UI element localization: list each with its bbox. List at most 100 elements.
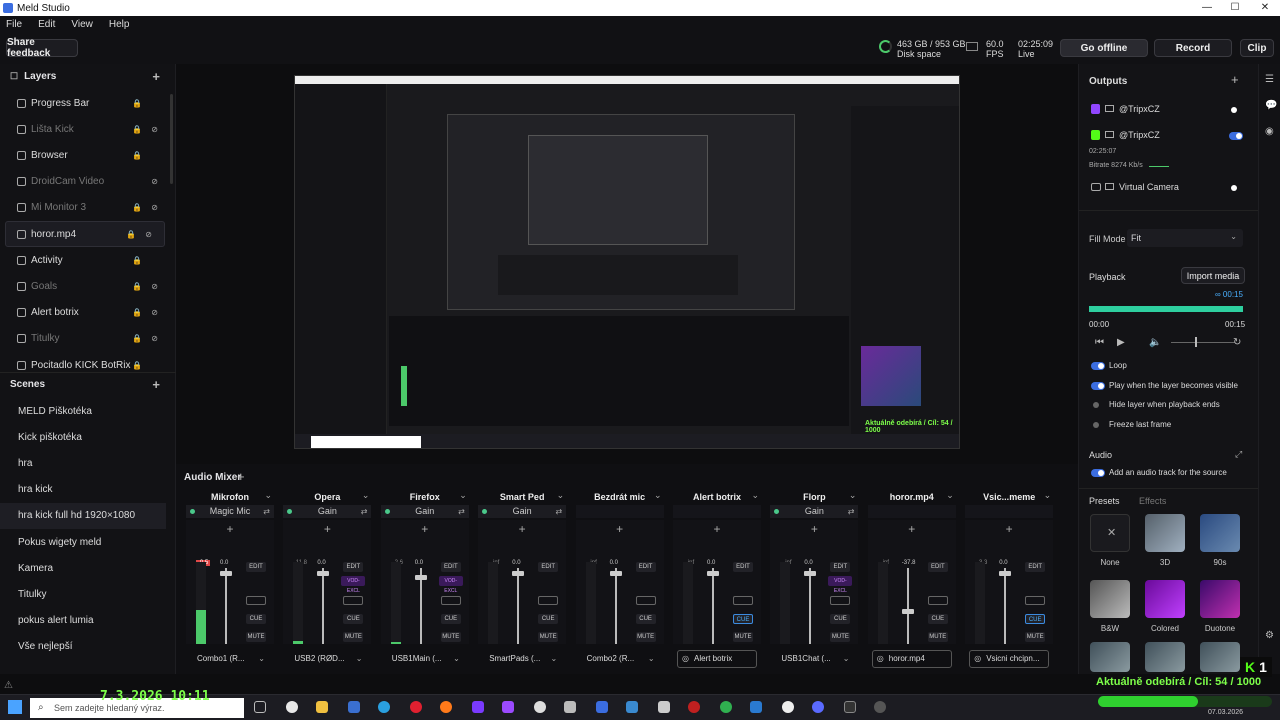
- fill-mode-select[interactable]: Fit ⌄: [1127, 229, 1243, 247]
- visibility-icon[interactable]: ⊘: [145, 230, 152, 239]
- monitor-icon[interactable]: [246, 596, 266, 605]
- option-toggle[interactable]: [1091, 362, 1105, 370]
- scene-item[interactable]: Kick piškotéka: [0, 424, 166, 450]
- monitor-icon[interactable]: [440, 596, 461, 605]
- edit-button[interactable]: EDIT: [246, 562, 266, 572]
- output-kick-toggle[interactable]: [1229, 132, 1243, 140]
- channel-filter[interactable]: Gain ⇄: [478, 505, 567, 518]
- chevron-down-icon[interactable]: ⌄: [751, 490, 759, 501]
- add-filter-icon[interactable]: +: [770, 522, 858, 536]
- meld-studio-icon[interactable]: [596, 701, 608, 713]
- cue-button[interactable]: CUE: [246, 614, 266, 624]
- scene-item[interactable]: pokus alert lumia: [0, 608, 166, 634]
- virtual-camera-label[interactable]: Virtual Camera: [1119, 182, 1179, 192]
- scene-item[interactable]: Titulky: [0, 581, 166, 607]
- output-kick-label[interactable]: @TripxCZ: [1119, 130, 1160, 140]
- channel-filter[interactable]: Gain ⇄: [770, 505, 859, 518]
- option-radio[interactable]: [1093, 402, 1099, 408]
- add-filter-icon[interactable]: +: [576, 522, 664, 536]
- vod-exclude-badge[interactable]: VOD-EXCL: [438, 576, 463, 594]
- volume-slider[interactable]: [1171, 342, 1235, 343]
- add-filter-icon[interactable]: +: [283, 522, 371, 536]
- firefox-icon[interactable]: [440, 701, 452, 713]
- visibility-icon[interactable]: ⊘: [151, 282, 158, 291]
- channel-filter[interactable]: [673, 505, 761, 518]
- fader-knob[interactable]: [609, 571, 622, 576]
- mute-button[interactable]: MUTE: [733, 632, 753, 642]
- chevron-down-icon[interactable]: ⌄: [1044, 490, 1052, 501]
- monitor-icon[interactable]: [927, 596, 948, 605]
- channel-device-select[interactable]: USB2 (RØD... ⌄: [287, 650, 367, 668]
- cue-button[interactable]: CUE: [927, 614, 948, 624]
- fader-knob[interactable]: [512, 571, 525, 576]
- option-toggle[interactable]: [1091, 381, 1105, 390]
- filter-settings-icon[interactable]: ⇄: [555, 505, 562, 518]
- cue-button[interactable]: CUE: [538, 614, 559, 624]
- channel-name[interactable]: Vsic...meme: [965, 490, 1053, 504]
- expand-icon[interactable]: ⤢: [1235, 449, 1242, 460]
- vod-exclude-badge[interactable]: VOD-EXCL: [828, 576, 853, 594]
- chevron-down-icon[interactable]: ⌄: [362, 490, 370, 501]
- fader-knob[interactable]: [707, 571, 719, 576]
- layer-item[interactable]: Activity 🔒: [0, 247, 170, 273]
- volume-fader[interactable]: [809, 568, 812, 644]
- add-layer-icon[interactable]: +: [152, 69, 160, 84]
- channel-filter[interactable]: [965, 505, 1054, 518]
- edit-button[interactable]: EDIT: [440, 562, 461, 572]
- task-view-icon[interactable]: [254, 701, 266, 713]
- scene-item[interactable]: Pokus wigety meld: [0, 529, 166, 555]
- lock-icon[interactable]: 🔒: [126, 230, 136, 239]
- channel-device-select[interactable]: USB1Chat (... ⌄: [774, 650, 854, 668]
- playback-track[interactable]: [1089, 306, 1243, 312]
- import-media-button[interactable]: Import media: [1181, 267, 1245, 284]
- warning-icon[interactable]: ⚠: [4, 680, 13, 691]
- scene-item[interactable]: Vše nejlepší: [0, 634, 166, 660]
- preset-tile[interactable]: ✕: [1090, 514, 1130, 552]
- channel-device-select[interactable]: horor.mp4 ◎: [871, 650, 952, 668]
- layer-item[interactable]: horor.mp4 🔒 ⊘: [5, 221, 165, 247]
- preset-tile[interactable]: [1145, 514, 1185, 552]
- add-filter-icon[interactable]: +: [186, 522, 274, 536]
- volume-fader[interactable]: [225, 568, 227, 644]
- mute-button[interactable]: MUTE: [927, 632, 948, 642]
- minimize-button[interactable]: —: [1192, 0, 1222, 16]
- maximize-button[interactable]: ☐: [1220, 0, 1250, 16]
- monitor-icon[interactable]: [538, 596, 559, 605]
- mute-button[interactable]: MUTE: [538, 632, 559, 642]
- layer-item[interactable]: Alert botrix 🔒 ⊘: [0, 300, 170, 326]
- visibility-icon[interactable]: ⊘: [151, 177, 158, 186]
- chrome-icon[interactable]: [782, 701, 794, 713]
- visibility-icon[interactable]: ⊘: [151, 203, 158, 212]
- settings-icon[interactable]: ⚙: [1265, 630, 1274, 641]
- layer-item[interactable]: DroidCam Video ⊘: [0, 169, 170, 195]
- filter-settings-icon[interactable]: ⇄: [848, 505, 855, 518]
- menu-view[interactable]: View: [71, 19, 93, 30]
- fader-knob[interactable]: [999, 571, 1012, 576]
- filter-settings-icon[interactable]: ⇄: [458, 505, 465, 518]
- cue-button[interactable]: CUE: [1025, 614, 1046, 624]
- preset-tile[interactable]: [1090, 580, 1130, 618]
- app-icon[interactable]: [502, 701, 514, 713]
- channel-filter[interactable]: Gain ⇄: [283, 505, 372, 518]
- chevron-down-icon[interactable]: ⌄: [264, 490, 272, 501]
- play-icon[interactable]: ▶: [1117, 337, 1125, 348]
- fader-knob[interactable]: [220, 571, 232, 576]
- mute-button[interactable]: MUTE: [635, 632, 656, 642]
- add-audio-icon[interactable]: +: [237, 469, 245, 484]
- edit-button[interactable]: EDIT: [927, 562, 948, 572]
- app-icon[interactable]: [534, 701, 546, 713]
- chevron-down-icon[interactable]: ⌄: [654, 490, 662, 501]
- discord-icon[interactable]: [812, 701, 824, 713]
- fader-knob[interactable]: [414, 575, 427, 580]
- file-explorer-icon[interactable]: [316, 701, 328, 713]
- channel-name[interactable]: horor.mp4: [868, 490, 956, 504]
- channel-device-select[interactable]: Vsicni chcipn... ◎: [969, 650, 1050, 668]
- channel-name[interactable]: Smart Ped: [478, 490, 566, 504]
- volume-fader[interactable]: [614, 568, 617, 644]
- cue-button[interactable]: CUE: [733, 614, 753, 624]
- add-scene-icon[interactable]: +: [152, 377, 160, 392]
- fader-knob[interactable]: [901, 609, 914, 614]
- scene-item[interactable]: hra kick full hd 1920×1080: [0, 502, 166, 529]
- channel-name[interactable]: Mikrofon: [186, 490, 274, 504]
- app-icon[interactable]: [472, 701, 484, 713]
